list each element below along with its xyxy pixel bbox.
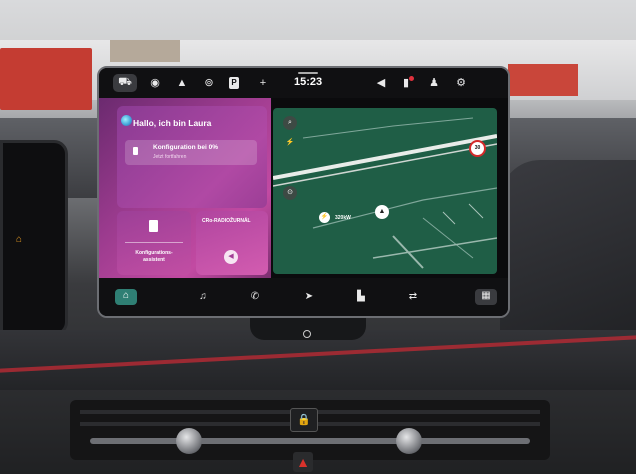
config-subtitle: Jetzt fortfahren [153, 154, 187, 160]
grid-icon[interactable]: ▦ [475, 289, 497, 305]
volume-icon[interactable]: ◀ [373, 75, 389, 91]
hazard-button[interactable]: ▲ [293, 452, 313, 472]
user-circle-icon[interactable]: ◉ [147, 75, 163, 91]
charger-power-label: 320kW [335, 215, 351, 221]
infotainment-display: ⛟ ◉ ▲ ⊚ P + 15:23 ◀ ▮ ♟ ⚙ Hallo, ich bin… [97, 66, 510, 318]
apps-icon[interactable]: ▙ [353, 290, 369, 304]
status-pill [298, 72, 318, 74]
assistant-orb-icon [121, 115, 132, 126]
user-settings-icon[interactable]: ⚙ [453, 75, 469, 91]
phone-config-icon [133, 147, 138, 155]
config-assistant-label: Konfigurations- assistent [135, 250, 173, 263]
map-search-icon[interactable]: ⌕ [283, 116, 297, 130]
seat-icon[interactable]: ⊚ [201, 75, 217, 91]
vent-knob-left[interactable] [176, 428, 202, 454]
parking-icon[interactable]: P [229, 77, 239, 89]
lock-button[interactable]: 🔒 [290, 408, 318, 432]
plus-icon[interactable]: + [255, 75, 271, 91]
map-roads [273, 117, 497, 269]
cluster-warning-icon: ⌂ [16, 234, 23, 245]
person-icon[interactable]: ♟ [426, 75, 442, 91]
music-icon[interactable]: ♫ [195, 290, 211, 304]
shelf-carton [110, 40, 180, 62]
phone-icon[interactable]: ✆ [247, 290, 263, 304]
clock: 15:23 [294, 76, 323, 88]
speed-limit-sign: 30 [469, 140, 486, 157]
notification-dot [409, 76, 414, 81]
radio-station-label: CRo-RADIOŽURNÁL [202, 218, 251, 224]
car-position-icon: ▲ [375, 205, 389, 219]
connect-icon[interactable]: ⇄ [405, 290, 421, 304]
navigation-map[interactable]: ⌕ ⚡ ⊙ 30 ⚡ 320kW ▲ [273, 108, 497, 274]
car-icon[interactable]: ⛟ [113, 74, 137, 92]
charging-station-icon[interactable]: ⚡ [319, 212, 330, 223]
bottom-dock: ⌂ ♫ ✆ ➤ ▙ ⇄ ▦ [99, 278, 508, 316]
vent-knob-right[interactable] [396, 428, 422, 454]
vent-blade [90, 438, 530, 444]
status-bar: ⛟ ◉ ▲ ⊚ P + 15:23 ◀ ▮ ♟ ⚙ [99, 68, 508, 98]
home-icon[interactable]: ⌂ [115, 289, 137, 305]
document-icon [149, 220, 158, 232]
config-title: Konfiguration bei 0% [153, 144, 218, 151]
map-recenter-icon[interactable]: ⊙ [283, 186, 297, 200]
map-charger-icon[interactable]: ⚡ [283, 136, 297, 150]
red-storage-box-right [508, 64, 578, 96]
play-icon[interactable]: ◀ [224, 250, 238, 264]
mount-ring [303, 330, 311, 338]
red-storage-box [0, 48, 92, 110]
navigation-icon[interactable]: ➤ [301, 290, 317, 304]
assistant-greeting: Hallo, ich bin Laura [133, 118, 212, 128]
tile-divider [125, 242, 183, 243]
triangle-icon[interactable]: ▲ [174, 75, 190, 91]
instrument-cluster [0, 140, 68, 336]
